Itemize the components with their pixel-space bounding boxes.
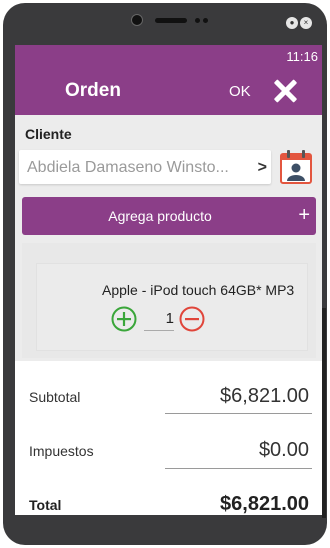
divider bbox=[165, 413, 312, 414]
product-item: Apple - iPod touch 64GB* MP3 1 bbox=[36, 263, 308, 351]
increase-quantity-icon[interactable] bbox=[111, 306, 137, 332]
minimize-window-icon[interactable]: ● bbox=[286, 17, 298, 29]
product-name: Apple - iPod touch 64GB* MP3 bbox=[102, 282, 295, 298]
quantity-stepper: 1 bbox=[111, 306, 221, 336]
speaker-grille bbox=[155, 18, 187, 23]
device-top-bezel: ● × bbox=[3, 3, 327, 43]
subtotal-label: Subtotal bbox=[29, 389, 81, 405]
add-product-button[interactable]: Agrega producto + bbox=[22, 197, 316, 235]
contact-calendar-icon[interactable] bbox=[279, 149, 313, 185]
totals-panel: Subtotal $6,821.00 Impuestos $0.00 Total… bbox=[15, 361, 322, 515]
product-list: Apple - iPod touch 64GB* MP3 1 bbox=[22, 243, 316, 358]
total-row: Total $6,821.00 bbox=[15, 479, 322, 515]
scrollbar[interactable] bbox=[322, 308, 326, 518]
close-window-icon[interactable]: × bbox=[300, 17, 312, 29]
status-time: 11:16 bbox=[286, 49, 318, 64]
subtotal-value: $6,821.00 bbox=[220, 385, 309, 407]
tax-row: Impuestos $0.00 bbox=[15, 425, 322, 469]
decrease-quantity-icon[interactable] bbox=[179, 306, 205, 332]
client-value: Abdiela Damaseno Winsto... bbox=[27, 159, 229, 176]
app-screen: 11:16 Orden OK Cliente Abdiela Damaseno … bbox=[15, 45, 322, 515]
total-value: $6,821.00 bbox=[220, 493, 309, 515]
sensor-dot bbox=[195, 18, 200, 23]
client-selector[interactable]: Abdiela Damaseno Winsto... > bbox=[19, 150, 271, 184]
client-label: Cliente bbox=[25, 126, 72, 142]
total-label: Total bbox=[29, 497, 62, 513]
divider bbox=[165, 468, 312, 469]
app-bar: Orden OK bbox=[15, 67, 322, 115]
sensor-dot bbox=[203, 18, 208, 23]
tax-label: Impuestos bbox=[29, 443, 94, 459]
status-bar: 11:16 bbox=[15, 45, 322, 67]
ok-button[interactable]: OK bbox=[229, 83, 251, 100]
add-product-label: Agrega producto bbox=[108, 208, 212, 224]
tax-value: $0.00 bbox=[258, 439, 309, 461]
quantity-input[interactable]: 1 bbox=[144, 310, 174, 331]
close-icon[interactable] bbox=[269, 75, 301, 107]
subtotal-row: Subtotal $6,821.00 bbox=[15, 371, 322, 415]
device-frame: ● × 11:16 Orden OK Cliente Abdiela Damas… bbox=[3, 3, 327, 545]
camera-icon bbox=[131, 14, 143, 26]
plus-icon: + bbox=[298, 204, 310, 226]
chevron-right-icon: > bbox=[257, 159, 267, 176]
page-title: Orden bbox=[65, 80, 121, 101]
